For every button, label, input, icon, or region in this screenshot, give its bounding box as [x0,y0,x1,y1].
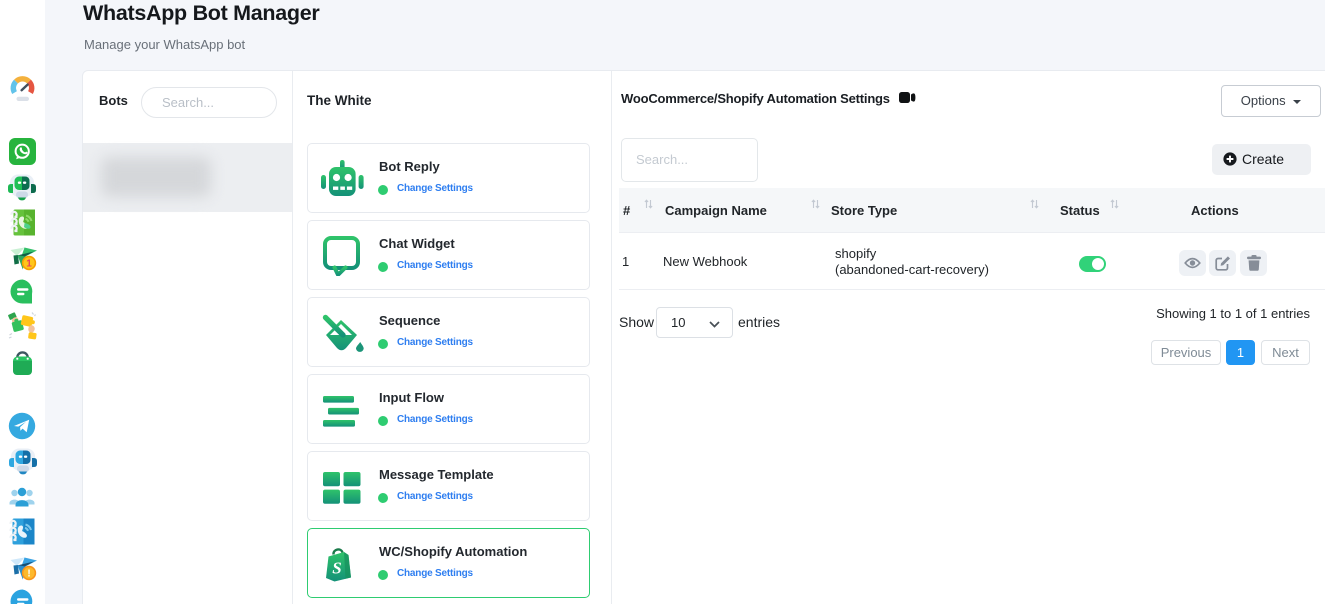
svg-text:!: ! [27,569,30,580]
svg-text:1: 1 [26,259,32,270]
svg-text:S: S [332,559,341,578]
